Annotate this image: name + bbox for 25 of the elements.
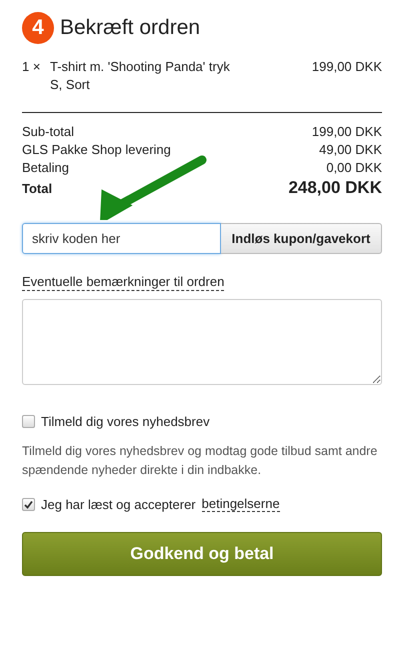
summary-label: Sub-total [22,123,74,141]
product-variant: S, Sort [50,76,91,94]
summary-amount: 49,00 DKK [319,141,382,159]
terms-link[interactable]: betingelserne [202,496,280,512]
summary-amount: 0,00 DKK [326,159,382,177]
remarks-label: Eventuelle bemærkninger til ordren [22,274,224,291]
product-name: T-shirt m. 'Shooting Panda' tryk [50,58,231,76]
summary-amount: 199,00 DKK [312,123,382,141]
total-amount: 248,00 DKK [288,178,382,198]
coupon-field[interactable]: skriv koden her [22,223,221,254]
summary-label: GLS Pakke Shop levering [22,141,171,159]
checkbox[interactable] [22,415,35,428]
step-badge: 4 [22,12,54,44]
checkbox-label: Tilmeld dig vores nyhedsbrev [41,413,210,431]
quantity: 1 × [22,58,42,76]
total-label: Total [22,180,52,198]
checkbox[interactable] [22,498,35,511]
checkbox-label: Jeg har læst og accepterer [41,496,196,514]
summary-label: Betaling [22,159,69,177]
newsletter-description: Tilmeld dig vores nyhedsbrev og modtag gode tilbud samt andre spændende nyheder direkte i din indbakke. [22,442,378,479]
redeem-button[interactable]: Indløs kupon/gavekort [221,223,382,254]
section-title: Bekræft ordren [60,15,200,42]
product-price: 199,00 DKK [312,58,382,76]
submit-button[interactable]: Godkend og betal [22,532,382,576]
remarks-field[interactable] [22,299,382,385]
